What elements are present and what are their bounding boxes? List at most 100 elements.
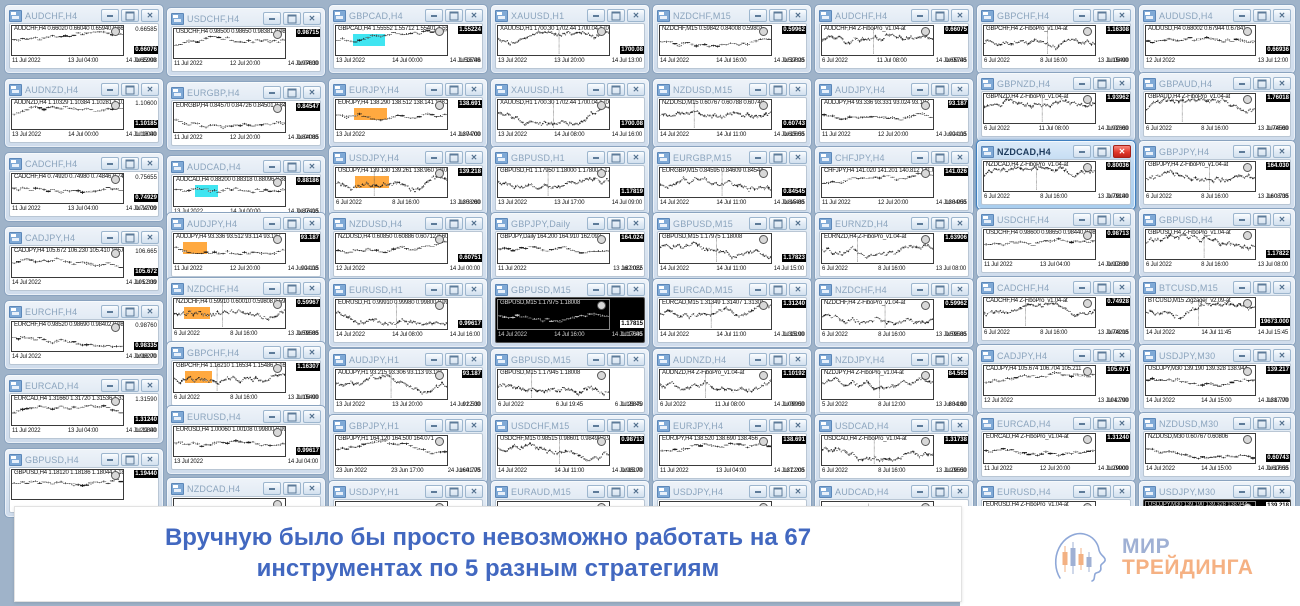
chart-window-titlebar[interactable]: AUDJPY,H1 ✕ — [332, 352, 484, 367]
maximize-button[interactable] — [1253, 417, 1271, 430]
chart-canvas[interactable]: AUDCHF,H4 0.66020 0.66040 0.65940 0.6605… — [9, 23, 159, 69]
close-button[interactable]: ✕ — [465, 419, 483, 432]
minimize-button[interactable] — [911, 419, 929, 432]
maximize-button[interactable] — [1253, 213, 1271, 226]
close-button[interactable]: ✕ — [1273, 349, 1291, 362]
chart-canvas[interactable]: CADCHF,H4 Z-FiboPro_v1.04-at 0.74928 0.742… — [981, 295, 1131, 341]
minimize-button[interactable] — [911, 283, 929, 296]
maximize-button[interactable] — [121, 379, 139, 392]
maximize-button[interactable] — [121, 9, 139, 22]
minimize-button[interactable] — [1073, 349, 1091, 362]
minimize-button[interactable] — [425, 485, 443, 498]
chart-window-titlebar[interactable]: EURCAD,M15 ✕ — [656, 282, 808, 297]
chart-window-titlebar[interactable]: GBPUSD,M15 ✕ — [494, 282, 646, 297]
chart-canvas[interactable]: GBPJPY,Daily 164.200 164.910 162.093 164.… — [495, 231, 645, 277]
chart-window-titlebar[interactable]: USDJPY,H4 ✕ — [332, 150, 484, 165]
chart-window-titlebar[interactable]: EURUSD,H4 ✕ — [980, 484, 1132, 499]
chart-canvas[interactable]: NZDCAD,H4 Z-FiboPro_v1.04-at 0.80036 0.791… — [981, 159, 1131, 205]
close-button[interactable]: ✕ — [1113, 485, 1131, 498]
window-controls[interactable]: ✕ — [101, 9, 159, 22]
chart-canvas[interactable]: AUDCHF,H4 Z-FiboPro_v1.04-at 0.66075 0.657… — [819, 23, 969, 69]
chart-window-titlebar[interactable]: EURGBP,M15 ✕ — [656, 150, 808, 165]
chart-window-titlebar[interactable]: NZDCHF,H4 ✕ — [170, 281, 322, 296]
chart-window[interactable]: EURCHF,H4 ✕ EURCHF,H4 0.98520 0.98690 0.98… — [4, 300, 164, 370]
window-controls[interactable]: ✕ — [425, 485, 483, 498]
chart-window[interactable]: GBPNZD,H4 ✕ GBPNZD,H4 Z-FiboPro_v1.04-at 1.… — [976, 72, 1136, 142]
chart-window[interactable]: EURNZD,H4 ✕ EURNZD,H4 Z-FiboPro_v1.04-at 1.… — [814, 212, 974, 282]
window-controls[interactable]: ✕ — [1233, 77, 1291, 90]
minimize-button[interactable] — [749, 485, 767, 498]
chart-canvas[interactable]: NZDCHF,H4 0.59910 0.60010 0.59808 0.5990… — [171, 296, 321, 342]
chart-window-titlebar[interactable]: AUDUSD,H4 ✕ — [1142, 8, 1292, 23]
maximize-button[interactable] — [607, 419, 625, 432]
window-controls[interactable]: ✕ — [749, 83, 807, 96]
chart-window[interactable]: USDCHF,H4 ✕ USDCHF,H4 0.98600 0.98650 0.98… — [976, 208, 1136, 278]
maximize-button[interactable] — [1253, 281, 1271, 294]
minimize-button[interactable] — [749, 419, 767, 432]
chart-canvas[interactable]: XAUUSD,H1 1700.30 1702.44 1700.04 1700.0… — [495, 23, 645, 69]
chart-window-titlebar[interactable]: CHFJPY,H4 ✕ — [818, 150, 970, 165]
maximize-button[interactable] — [931, 353, 949, 366]
window-controls[interactable]: ✕ — [101, 83, 159, 96]
maximize-button[interactable] — [283, 12, 301, 25]
minimize-button[interactable] — [1073, 485, 1091, 498]
chart-window[interactable]: GBPJPY,H1 ✕ GBPJPY,H1 164.120 164.500 164.… — [328, 414, 488, 484]
chart-window-titlebar[interactable]: XAUUSD,H1 ✕ — [494, 82, 646, 97]
chart-canvas[interactable]: GBPCHF,H4 Z-FiboPro_v1.04-at 1.16308 1.154… — [981, 23, 1131, 69]
close-button[interactable]: ✕ — [141, 157, 159, 170]
chart-canvas[interactable]: AUDJPY,H4 93.336 93.331 93.024 93.187 93.… — [819, 97, 969, 143]
minimize-button[interactable] — [1233, 485, 1251, 498]
close-button[interactable]: ✕ — [1273, 281, 1291, 294]
minimize-button[interactable] — [263, 86, 281, 99]
chart-window-titlebar[interactable]: USDJPY,M30 ✕ — [1142, 348, 1292, 363]
window-controls[interactable]: ✕ — [425, 283, 483, 296]
close-button[interactable]: ✕ — [1113, 77, 1131, 90]
window-controls[interactable]: ✕ — [749, 283, 807, 296]
minimize-button[interactable] — [101, 83, 119, 96]
minimize-button[interactable] — [101, 453, 119, 466]
window-controls[interactable]: ✕ — [425, 419, 483, 432]
close-button[interactable]: ✕ — [1273, 9, 1291, 22]
minimize-button[interactable] — [911, 485, 929, 498]
maximize-button[interactable] — [1253, 77, 1271, 90]
chart-window-titlebar[interactable]: NZDJPY,H4 ✕ — [818, 352, 970, 367]
maximize-button[interactable] — [1253, 349, 1271, 362]
minimize-button[interactable] — [263, 282, 281, 295]
chart-window-titlebar[interactable]: NZDCHF,M15 ✕ — [656, 8, 808, 23]
close-button[interactable]: ✕ — [303, 482, 321, 495]
chart-canvas[interactable]: GBPAUD,H4 Z-FiboPro_v1.04-at 1.76018 1.745… — [1143, 91, 1291, 137]
minimize-button[interactable] — [749, 353, 767, 366]
chart-window-titlebar[interactable]: AUDNZD,H4 ✕ — [8, 82, 160, 97]
window-controls[interactable]: ✕ — [1233, 213, 1291, 226]
minimize-button[interactable] — [911, 9, 929, 22]
chart-canvas[interactable]: NZDUSD,M30 0.60767 0.60806 0.60743 0.60655… — [1143, 431, 1291, 477]
close-button[interactable]: ✕ — [627, 83, 645, 96]
close-button[interactable]: ✕ — [951, 217, 969, 230]
chart-window[interactable]: GBPUSD,M15 ✕ GBPUSD,M15 1.17945 1.18008 1.1… — [490, 348, 650, 418]
chart-window[interactable]: CADJPY,H4 ✕ CADJPY,H4 105.674 106.704 105.… — [976, 344, 1136, 414]
maximize-button[interactable] — [1093, 485, 1111, 498]
chart-canvas[interactable]: XAUUSD,H1 1700.30 1702.44 1700.04 1700.0… — [495, 97, 645, 143]
close-button[interactable]: ✕ — [1113, 281, 1131, 294]
close-button[interactable]: ✕ — [627, 485, 645, 498]
chart-window[interactable]: EURUSD,H4 ✕ EURUSD,H4 1.00060 1.00108 0.99… — [166, 405, 326, 475]
maximize-button[interactable] — [931, 419, 949, 432]
minimize-button[interactable] — [101, 157, 119, 170]
maximize-button[interactable] — [607, 485, 625, 498]
chart-window-titlebar[interactable]: EURUSD,H4 ✕ — [170, 409, 322, 424]
chart-window[interactable]: AUDJPY,H1 ✕ AUDJPY,H1 93.215 93.306 93.113… — [328, 348, 488, 418]
minimize-button[interactable] — [1073, 417, 1091, 430]
chart-window-titlebar[interactable]: BTCUSD,M15 ✕ — [1142, 280, 1292, 295]
maximize-button[interactable] — [445, 9, 463, 22]
window-controls[interactable]: ✕ — [587, 151, 645, 164]
chart-window[interactable]: NZDUSD,M15 ✕ NZDUSD,M15 0.60767 0.60788 0.… — [652, 78, 812, 148]
window-controls[interactable]: ✕ — [749, 419, 807, 432]
window-controls[interactable]: ✕ — [911, 353, 969, 366]
chart-window[interactable]: XAUUSD,H1 ✕ XAUUSD,H1 1700.30 1702.44 1700… — [490, 4, 650, 74]
window-controls[interactable]: ✕ — [425, 151, 483, 164]
maximize-button[interactable] — [769, 283, 787, 296]
close-button[interactable]: ✕ — [951, 283, 969, 296]
window-controls[interactable]: ✕ — [749, 151, 807, 164]
chart-canvas[interactable]: GBPUSD,H1 1.17950 1.18000 1.17800 1.1781… — [495, 165, 645, 211]
chart-window-titlebar[interactable]: GBPCHF,H4 ✕ — [980, 8, 1132, 23]
